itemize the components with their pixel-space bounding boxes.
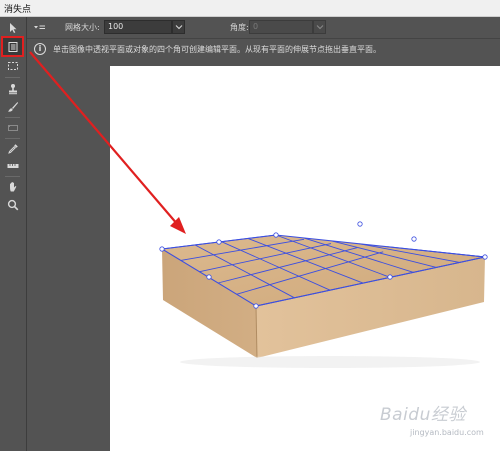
arrow-select-icon [9,22,16,33]
tool-panel [0,17,27,451]
tool-divider [5,77,20,78]
info-icon: i [34,43,46,55]
eyedropper-tool[interactable] [3,140,22,157]
create-plane-tool[interactable] [1,36,24,57]
measure-tool[interactable] [3,157,22,174]
eyedropper-icon [7,143,18,154]
grid-size-label: 网格大小: [65,23,100,32]
stamp-tool[interactable] [3,80,22,97]
watermark-logo: Baidu经验 [380,405,466,425]
transform-tool[interactable] [3,119,22,136]
chevron-down-icon [316,25,323,30]
zoom-icon [7,199,18,210]
zoom-tool[interactable] [3,196,22,213]
create-plane-icon [8,41,17,52]
tool-divider [5,117,20,118]
transform-icon [7,124,18,131]
angle-input[interactable]: 0 [249,20,313,34]
watermark-url: jingyan.baidu.com [410,428,484,437]
hand-tool[interactable] [3,178,22,195]
edit-plane-tool[interactable] [3,19,22,36]
marquee-icon [7,61,18,70]
stamp-icon [8,83,17,94]
options-menu-button[interactable] [32,21,48,34]
title-bar: 消失点 [0,0,500,17]
grid-size-input[interactable]: 100 [104,20,172,34]
info-text: 单击图像中透视平面或对象的四个角可创建编辑平面。从现有平面的伸展节点拖出垂直平面… [53,45,381,54]
window-title: 消失点 [4,5,32,15]
info-bar: i 单击图像中透视平面或对象的四个角可创建编辑平面。从现有平面的伸展节点拖出垂直… [27,39,500,60]
grid-size-dropdown[interactable] [172,20,185,34]
angle-dropdown[interactable] [313,20,326,34]
brush-icon [7,101,18,112]
image-canvas[interactable] [110,66,500,451]
tool-divider [5,138,20,139]
chevron-down-icon [175,25,182,30]
ruler-icon [7,163,18,168]
tool-divider [5,176,20,177]
angle-label: 角度: [230,23,249,32]
canvas-area [27,60,500,451]
hand-icon [9,181,16,191]
vanishing-point-dialog: 消失点 网格大小: 100 角度: 0 i 单击图像中透视平面或对象的四个角可创… [0,0,500,451]
options-bar: 网格大小: 100 角度: 0 [27,17,500,39]
menu-icon [34,25,45,29]
brush-tool[interactable] [3,98,22,115]
marquee-tool[interactable] [3,57,22,74]
